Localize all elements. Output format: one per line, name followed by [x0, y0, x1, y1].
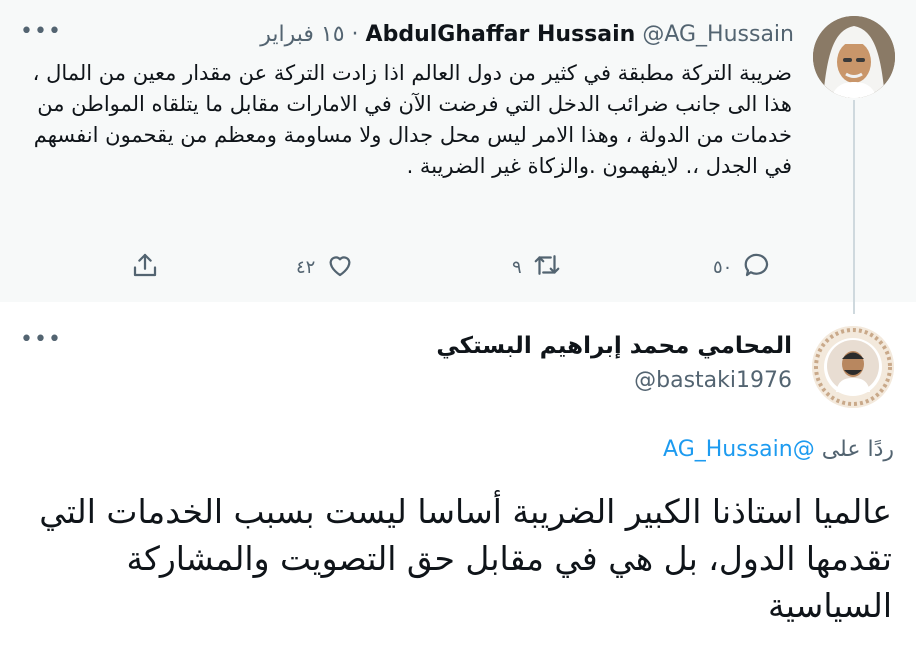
retweet-button[interactable]: ٩: [512, 250, 562, 285]
more-options-icon[interactable]: •••: [20, 21, 62, 43]
author-name[interactable]: المحامي محمد إبراهيم البستكي: [436, 330, 792, 362]
share-button[interactable]: [130, 250, 160, 285]
retweet-icon: [532, 250, 562, 285]
replying-to-label: ردًا على: [821, 437, 894, 462]
like-count: ٤٢: [296, 257, 316, 278]
more-options-icon[interactable]: •••: [20, 329, 62, 351]
thread-connector-line: [853, 100, 855, 314]
parent-tweet-text: ضريبة التركة مطبقة في كثير من دول العالم…: [32, 61, 792, 178]
reply-icon: [742, 250, 772, 285]
parent-author-photo: [813, 16, 895, 98]
tweet-actions: ٥٠ ٩ ٤٢: [0, 250, 916, 282]
reply-count: ٥٠: [713, 257, 733, 278]
share-icon: [130, 250, 160, 285]
parent-tweet[interactable]: ••• AbdulGhaffar Hussain @AG_Hussain · ١…: [0, 0, 916, 302]
like-button[interactable]: ٤٢: [296, 250, 355, 285]
author-handle[interactable]: @bastaki1976: [634, 366, 792, 396]
reply-tweet-text: عالميا استاذنا الكبير الضريبة أساسا ليست…: [39, 492, 892, 625]
replying-to-link[interactable]: @AG_Hussain: [663, 437, 815, 462]
avatar[interactable]: [812, 326, 894, 408]
replying-to: ردًا على @AG_Hussain: [663, 435, 894, 465]
parent-tweet-header: AbdulGhaffar Hussain @AG_Hussain · ١٥ فب…: [260, 20, 794, 50]
meta-separator: ·: [351, 22, 359, 47]
retweet-count: ٩: [512, 257, 522, 278]
heart-icon: [325, 250, 355, 285]
reply-button[interactable]: ٥٠: [713, 250, 772, 285]
tweet-date[interactable]: ١٥ فبراير: [260, 22, 344, 47]
reply-author-photo: [812, 326, 894, 408]
author-handle[interactable]: @AG_Hussain: [642, 22, 794, 47]
avatar[interactable]: [813, 16, 895, 98]
author-name[interactable]: AbdulGhaffar Hussain: [366, 22, 636, 47]
